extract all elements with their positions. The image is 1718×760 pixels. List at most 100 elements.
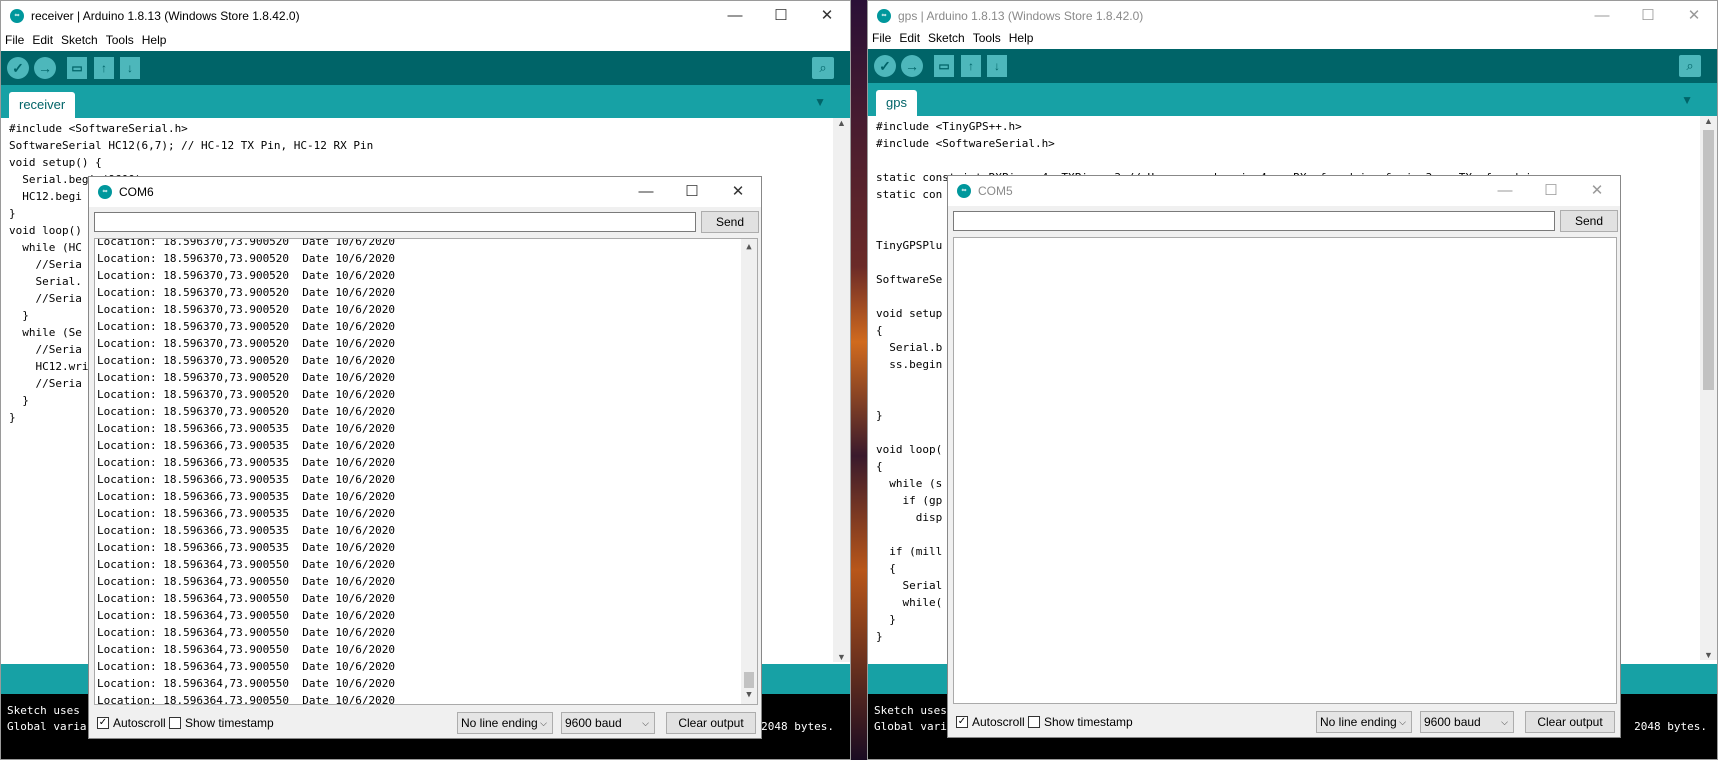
minimize-button[interactable]: — <box>712 1 758 31</box>
menu-tools[interactable]: Tools <box>969 29 1005 45</box>
text-line: while (s <box>876 477 943 490</box>
tab-menu-chevron-icon[interactable]: ▼ <box>814 95 826 109</box>
menu-sketch[interactable]: Sketch <box>57 31 102 47</box>
autoscroll-checkbox[interactable]: ✓ <box>97 717 109 729</box>
timestamp-label: Show timestamp <box>1044 715 1133 729</box>
text-line: } <box>9 411 16 424</box>
upload-arrow-icon[interactable]: → <box>901 55 923 77</box>
line-ending-select[interactable]: No line ending ⌵ <box>1316 711 1412 733</box>
text-line: while (HC <box>9 241 82 254</box>
desktop-background <box>850 0 868 760</box>
verify-check-icon[interactable]: ✓ <box>7 57 29 79</box>
menu-bar: File Edit Sketch Tools Help <box>868 29 1717 49</box>
serial-send-input[interactable] <box>953 211 1555 231</box>
tab-bar: receiver ▼ <box>1 85 850 118</box>
minimize-button[interactable]: — <box>1482 176 1528 206</box>
text-line: ss.begin <box>876 358 943 371</box>
tab-receiver[interactable]: receiver <box>9 92 76 118</box>
clear-output-button[interactable]: Clear output <box>1525 711 1615 733</box>
scroll-down-icon[interactable]: ▼ <box>833 652 850 662</box>
serial-send-input[interactable] <box>94 212 696 232</box>
menu-file[interactable]: File <box>1 31 28 47</box>
editor-scrollbar[interactable]: ▲ ▼ <box>833 118 850 662</box>
arduino-logo-icon: ∞ <box>877 9 891 23</box>
chevron-down-icon: ⌵ <box>642 718 649 728</box>
editor-scrollbar[interactable]: ▲ ▼ <box>1700 116 1717 660</box>
close-button[interactable]: ✕ <box>1671 1 1717 31</box>
line-ending-select[interactable]: No line ending ⌵ <box>457 712 553 734</box>
menu-edit[interactable]: Edit <box>28 31 57 47</box>
scroll-up-icon[interactable]: ▲ <box>1700 116 1717 126</box>
scroll-thumb[interactable] <box>744 672 754 688</box>
menu-sketch[interactable]: Sketch <box>924 29 969 45</box>
text-line: Location: 18.596364,73.900550 Date 10/6/… <box>97 592 396 605</box>
console-right-text: 2048 bytes. <box>1634 720 1707 733</box>
scroll-down-icon[interactable]: ▼ <box>741 687 757 704</box>
timestamp-checkbox[interactable] <box>169 717 181 729</box>
title-bar: ∞ receiver | Arduino 1.8.13 (Windows Sto… <box>1 1 850 31</box>
serial-output-text: Location: 18.596370,73.900520 Date 10/6/… <box>95 239 396 705</box>
scroll-up-icon[interactable]: ▲ <box>833 118 850 128</box>
open-file-icon[interactable]: ↑ <box>94 57 114 79</box>
text-line: } <box>9 394 29 407</box>
maximize-button[interactable]: ☐ <box>758 1 804 31</box>
tab-gps[interactable]: gps <box>876 90 917 116</box>
menu-edit[interactable]: Edit <box>895 29 924 45</box>
text-line: //Seria <box>9 343 82 356</box>
save-file-icon[interactable]: ↓ <box>987 55 1007 77</box>
text-line: Location: 18.596364,73.900550 Date 10/6/… <box>97 575 396 588</box>
send-button[interactable]: Send <box>1560 210 1618 232</box>
serial-output[interactable] <box>953 237 1617 704</box>
menu-file[interactable]: File <box>868 29 895 45</box>
open-file-icon[interactable]: ↑ <box>961 55 981 77</box>
autoscroll-checkbox[interactable]: ✓ <box>956 716 968 728</box>
close-button[interactable]: ✕ <box>715 177 761 207</box>
serial-monitor-com6: ∞ COM6 — ☐ ✕ Send Location: 18.596370,73… <box>88 176 762 739</box>
text-line: Location: 18.596370,73.900520 Date 10/6/… <box>97 388 396 401</box>
text-line: { <box>876 562 896 575</box>
close-button[interactable]: ✕ <box>804 1 850 31</box>
serial-options-bar: ✓ Autoscroll Show timestamp No line endi… <box>948 707 1620 737</box>
upload-arrow-icon[interactable]: → <box>34 57 56 79</box>
text-line: Location: 18.596370,73.900520 Date 10/6/… <box>97 252 396 265</box>
text-line: void loop( <box>876 443 943 456</box>
text-line: Location: 18.596364,73.900550 Date 10/6/… <box>97 677 396 690</box>
menu-help[interactable]: Help <box>1005 29 1038 45</box>
window-title: receiver | Arduino 1.8.13 (Windows Store… <box>31 9 300 23</box>
minimize-button[interactable]: — <box>1579 1 1625 31</box>
timestamp-checkbox[interactable] <box>1028 716 1040 728</box>
send-button[interactable]: Send <box>701 211 759 233</box>
new-file-icon[interactable]: ▭ <box>934 55 954 77</box>
text-line: Location: 18.596366,73.900535 Date 10/6/… <box>97 524 396 537</box>
text-line: Location: 18.596370,73.900520 Date 10/6/… <box>97 303 396 316</box>
verify-check-icon[interactable]: ✓ <box>874 55 896 77</box>
text-line: Location: 18.596364,73.900550 Date 10/6/… <box>97 558 396 571</box>
scroll-up-icon[interactable]: ▲ <box>741 239 757 256</box>
maximize-button[interactable]: ☐ <box>1528 176 1574 206</box>
baud-rate-select[interactable]: 9600 baud ⌵ <box>1420 711 1514 733</box>
menu-tools[interactable]: Tools <box>102 31 138 47</box>
chevron-down-icon: ⌵ <box>540 718 547 728</box>
text-line: } <box>9 207 16 220</box>
text-line: Location: 18.596370,73.900520 Date 10/6/… <box>97 354 396 367</box>
maximize-button[interactable]: ☐ <box>1625 1 1671 31</box>
serial-scrollbar[interactable]: ▲ ▼ <box>741 239 757 704</box>
maximize-button[interactable]: ☐ <box>669 177 715 207</box>
tab-menu-chevron-icon[interactable]: ▼ <box>1681 93 1693 107</box>
close-button[interactable]: ✕ <box>1574 176 1620 206</box>
menu-help[interactable]: Help <box>138 31 171 47</box>
new-file-icon[interactable]: ▭ <box>67 57 87 79</box>
text-line: Location: 18.596364,73.900550 Date 10/6/… <box>97 626 396 639</box>
chevron-down-icon: ⌵ <box>1501 717 1508 727</box>
minimize-button[interactable]: — <box>623 177 669 207</box>
serial-monitor-icon[interactable]: ⌕ <box>1679 55 1701 77</box>
baud-rate-select[interactable]: 9600 baud ⌵ <box>561 712 655 734</box>
scroll-down-icon[interactable]: ▼ <box>1700 650 1717 660</box>
clear-output-button[interactable]: Clear output <box>666 712 756 734</box>
text-line: Location: 18.596364,73.900550 Date 10/6/… <box>97 660 396 673</box>
save-file-icon[interactable]: ↓ <box>120 57 140 79</box>
text-line: Location: 18.596364,73.900550 Date 10/6/… <box>97 694 396 705</box>
serial-output[interactable]: Location: 18.596370,73.900520 Date 10/6/… <box>94 238 758 705</box>
serial-monitor-icon[interactable]: ⌕ <box>812 57 834 79</box>
scroll-thumb[interactable] <box>1703 130 1714 390</box>
